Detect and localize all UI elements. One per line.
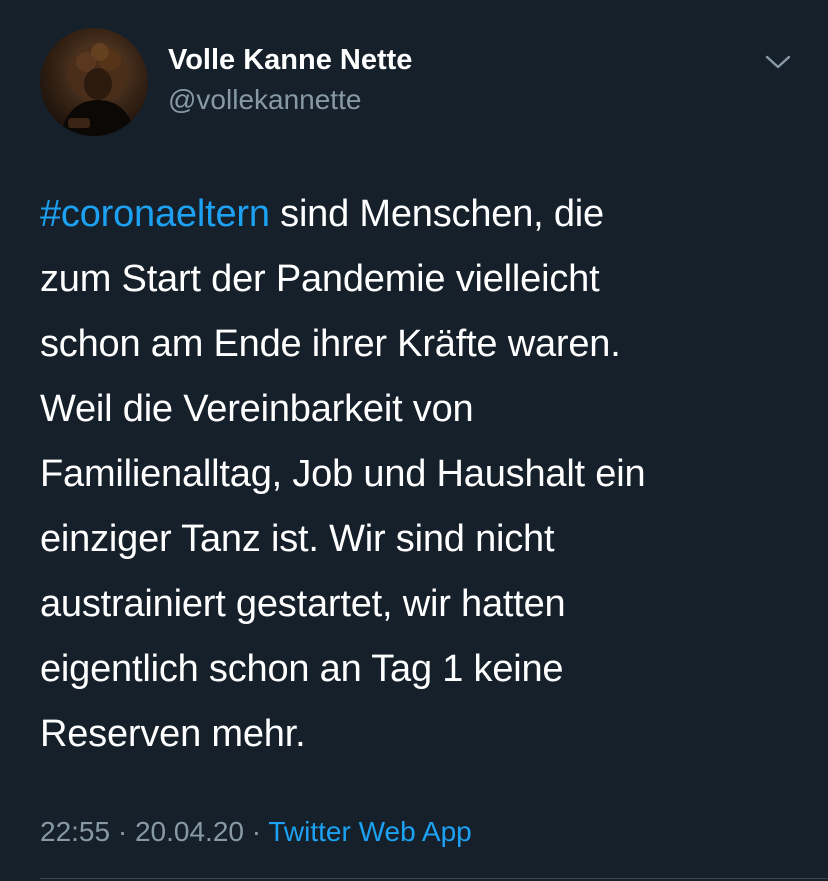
tweet-card: Volle Kanne Nette @vollekannette #corona… — [0, 0, 828, 881]
user-handle[interactable]: @vollekannette — [168, 82, 412, 118]
tweet-text: #coronaeltern sind Menschen, die zum Sta… — [40, 182, 780, 767]
meta-separator: · — [110, 816, 135, 847]
tweet-text-line: eigentlich schon an Tag 1 keine — [40, 648, 564, 690]
avatar-photo — [60, 43, 136, 136]
tweet-text-line: #coronaeltern sind Menschen, die — [40, 182, 780, 247]
meta-separator: · — [243, 816, 269, 847]
tweet-source-link[interactable]: Twitter Web App — [268, 816, 471, 847]
hashtag-link[interactable]: #coronaeltern — [40, 193, 270, 235]
tweet-time[interactable]: 22:55 — [40, 816, 110, 847]
tweet-text-line: zum Start der Pandemie vielleicht — [40, 258, 600, 300]
tweet-text-segment: sind Menschen, die — [269, 193, 604, 235]
tweet-metadata: 22:55 · 20.04.20 · Twitter Web App — [40, 812, 472, 852]
tweet-text-line: Familienalltag, Job und Haushalt ein — [40, 453, 646, 495]
chevron-down-icon[interactable] — [762, 48, 794, 76]
tweet-text-line: Weil die Vereinbarkeit von — [40, 388, 474, 430]
tweet-text-line: einziger Tanz ist. Wir sind nicht — [40, 518, 555, 560]
tweet-text-line: austrainiert gestartet, wir hatten — [40, 583, 566, 625]
display-name[interactable]: Volle Kanne Nette — [168, 42, 412, 78]
tweet-text-line: Reserven mehr. — [40, 713, 306, 755]
avatar[interactable] — [40, 28, 148, 136]
divider — [40, 878, 828, 879]
author-info: Volle Kanne Nette @vollekannette — [168, 42, 412, 118]
tweet-text-line: schon am Ende ihrer Kräfte waren. — [40, 323, 621, 365]
tweet-date[interactable]: 20.04.20 — [135, 816, 244, 847]
